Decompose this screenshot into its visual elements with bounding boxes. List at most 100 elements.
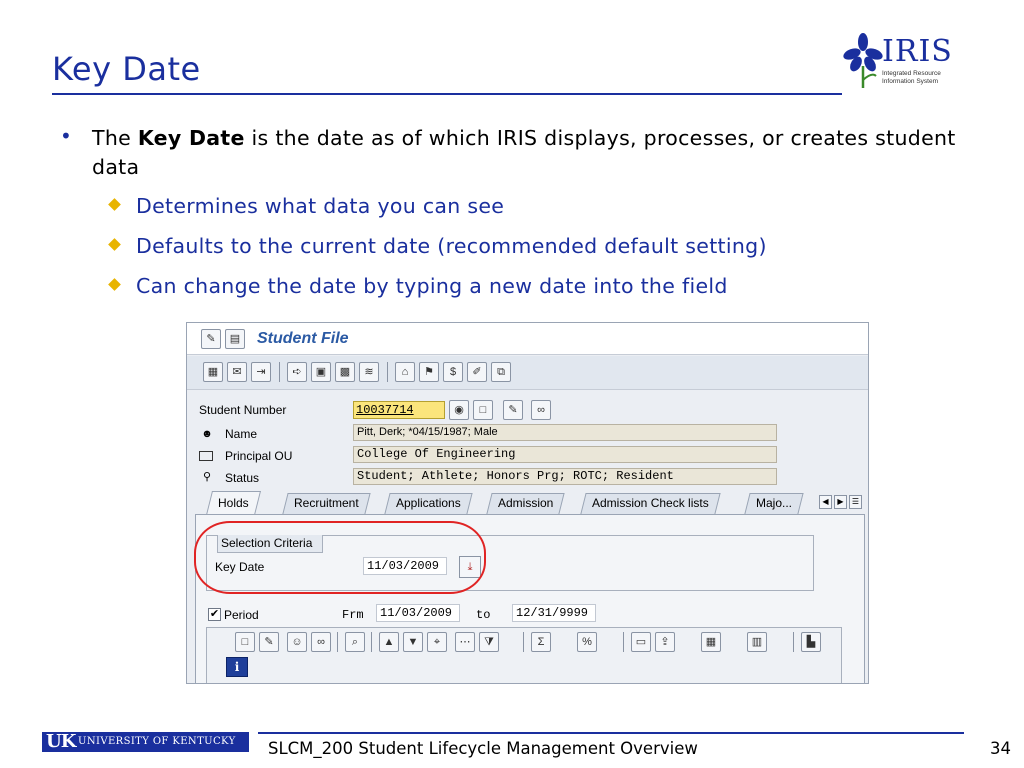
activity-icon[interactable]: ✎: [201, 329, 221, 349]
period-from-input[interactable]: 11/03/2009: [376, 604, 460, 622]
display-icon[interactable]: ◉: [449, 400, 469, 420]
settings-icon[interactable]: ≋: [359, 362, 379, 382]
sort-descending-icon[interactable]: ▼: [403, 632, 423, 652]
bullet-key-date: • The Key Date is the date as of which IR…: [58, 124, 958, 182]
iris-flower-icon: [843, 33, 883, 88]
display-glasses-icon[interactable]: ∞: [311, 632, 331, 652]
slide-title: Key Date: [52, 50, 201, 88]
iris-tagline-line2: Information System: [882, 78, 938, 85]
sub-bullet-text: Determines what data you can see: [136, 194, 505, 218]
diamond-bullet-icon: [108, 238, 121, 251]
calculator-icon[interactable]: ▩: [335, 362, 355, 382]
flag-icon[interactable]: ⚑: [419, 362, 439, 382]
holds-toolbar: □ ✎ ☺ ∞ ⌕ ▲ ▼ ⌖ ⋯ ⧩ Σ % ▭ ⇪ ▦ ▥ ▙: [206, 627, 842, 683]
status-icon: ⚲: [202, 471, 212, 483]
tab-strip: Holds Recruitment Applications Admission…: [187, 491, 868, 515]
iris-logo: IRIS Integrated Resource Information Sys…: [842, 30, 952, 96]
title-rule: [52, 93, 842, 95]
find-icon[interactable]: ⌖: [427, 632, 447, 652]
total-icon[interactable]: Σ: [531, 632, 551, 652]
period-label: Period: [224, 608, 259, 622]
principal-ou-field: College Of Engineering: [353, 446, 777, 463]
filter-icon[interactable]: ⧩: [479, 632, 499, 652]
glasses-icon[interactable]: ∞: [531, 400, 551, 420]
sort-ascending-icon[interactable]: ▲: [379, 632, 399, 652]
tab-label: Majo...: [756, 496, 793, 510]
subtotal-icon[interactable]: %: [577, 632, 597, 652]
pencil-icon[interactable]: ✎: [503, 400, 523, 420]
uk-mark: UK: [46, 731, 76, 752]
tab-admission-check-lists[interactable]: Admission Check lists: [580, 493, 721, 514]
iris-tagline: Integrated Resource Information System: [882, 70, 941, 86]
new-document-icon[interactable]: □: [473, 400, 493, 420]
key-date-highlight-oval: [194, 521, 486, 594]
sap-titlebar: ✎ ▤ Student File: [187, 323, 868, 355]
folder-open-icon[interactable]: ⌂: [395, 362, 415, 382]
info-icon[interactable]: i: [226, 657, 248, 677]
layout-icon[interactable]: ▥: [747, 632, 767, 652]
sap-window-title: Student File: [257, 330, 349, 347]
tab-label: Admission: [498, 496, 554, 510]
period-to-input[interactable]: 12/31/9999: [512, 604, 596, 622]
toolbar-separator: [523, 632, 524, 652]
student-number-field[interactable]: 10037714: [353, 401, 445, 419]
bullet-dot-icon: •: [60, 124, 73, 148]
sub-bullet-text: Defaults to the current date (recommende…: [136, 234, 767, 258]
tab-label: Recruitment: [294, 496, 359, 510]
org-unit-icon: [199, 451, 213, 461]
details-icon[interactable]: ⌕: [345, 632, 365, 652]
graphic-icon[interactable]: ▙: [801, 632, 821, 652]
toolbar-separator: [387, 362, 388, 382]
forward-icon[interactable]: ➪: [287, 362, 307, 382]
period-checkbox[interactable]: ✔: [208, 608, 221, 621]
diamond-bullet-icon: [108, 278, 121, 291]
sub-bullet: Can change the date by typing a new date…: [108, 266, 958, 306]
sap-student-file-window: ✎ ▤ Student File ▦ ✉ ⇥ ➪ ▣ ▩ ≋ ⌂ ⚑ $ ✐ ⧉…: [186, 322, 869, 684]
bullet-text-prefix: The: [92, 126, 138, 150]
from-label: Frm: [342, 608, 364, 622]
name-label: Name: [225, 427, 258, 441]
toolbar-separator: [279, 362, 280, 382]
tab-list-icon[interactable]: ☰: [849, 495, 862, 509]
notes-icon[interactable]: ✉: [227, 362, 247, 382]
principal-ou-label: Principal OU: [225, 449, 293, 463]
calendar-icon[interactable]: ▣: [311, 362, 331, 382]
iris-tagline-line1: Integrated Resource: [882, 70, 941, 77]
document-icon[interactable]: ▤: [225, 329, 245, 349]
export-icon[interactable]: ⇥: [251, 362, 271, 382]
print-icon[interactable]: ▦: [203, 362, 223, 382]
toolbar-separator: [793, 632, 794, 652]
people-icon[interactable]: ☺: [287, 632, 307, 652]
edit-icon[interactable]: ✐: [467, 362, 487, 382]
to-label: to: [476, 608, 491, 622]
sub-bullet: Defaults to the current date (recommende…: [108, 226, 958, 266]
status-label: Status: [225, 471, 260, 485]
print-preview-icon[interactable]: ▭: [631, 632, 651, 652]
tab-scroll-right-icon[interactable]: ▶: [834, 495, 847, 509]
tab-holds[interactable]: Holds: [206, 491, 261, 515]
tab-scroll-left-icon[interactable]: ◀: [819, 495, 832, 509]
diamond-bullet-icon: [108, 198, 121, 211]
tab-majors[interactable]: Majo...: [744, 493, 804, 514]
toolbar-separator: [623, 632, 624, 652]
tab-admission[interactable]: Admission: [486, 493, 565, 514]
student-number-label: Student Number: [199, 403, 287, 417]
export-list-icon[interactable]: ⇪: [655, 632, 675, 652]
tab-applications[interactable]: Applications: [384, 493, 473, 514]
footer-course-title: SLCM_200 Student Lifecycle Management Ov…: [268, 739, 698, 758]
toolbar-separator: [371, 632, 372, 652]
find-next-icon[interactable]: ⋯: [455, 632, 475, 652]
tab-recruitment[interactable]: Recruitment: [282, 493, 371, 514]
sap-toolbar: ▦ ✉ ⇥ ➪ ▣ ▩ ≋ ⌂ ⚑ $ ✐ ⧉: [187, 356, 868, 390]
change-icon[interactable]: ✎: [259, 632, 279, 652]
create-icon[interactable]: □: [235, 632, 255, 652]
footer-rule: [258, 732, 964, 734]
money-icon[interactable]: $: [443, 362, 463, 382]
university-name: UNIVERSITY OF KENTUCKY: [78, 736, 236, 747]
spreadsheet-icon[interactable]: ▦: [701, 632, 721, 652]
tab-label: Applications: [396, 496, 461, 510]
copy-icon[interactable]: ⧉: [491, 362, 511, 382]
page-number: 34: [990, 739, 1011, 758]
bullet-list: • The Key Date is the date as of which IR…: [58, 124, 958, 306]
tab-label: Admission Check lists: [592, 496, 709, 510]
